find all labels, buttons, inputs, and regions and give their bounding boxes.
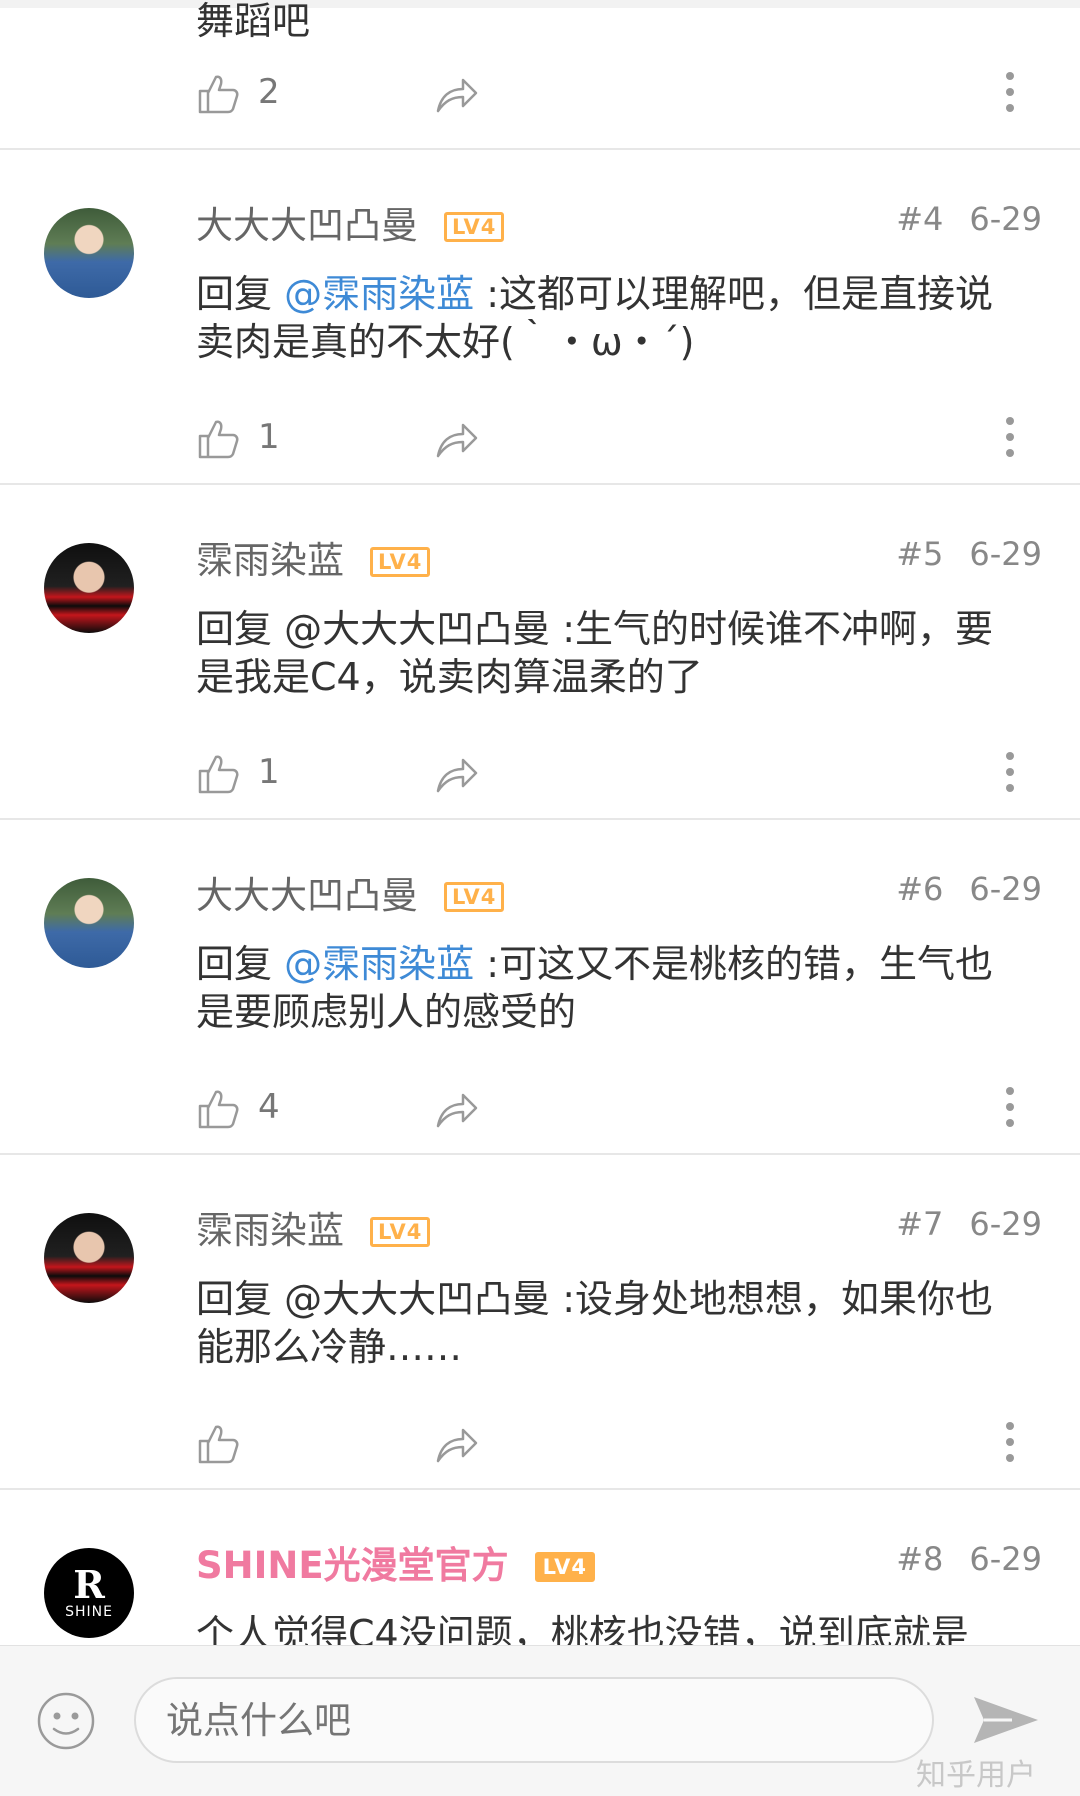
mention-link[interactable]: @霂雨染蓝	[284, 942, 474, 986]
level-badge: LV4	[444, 212, 505, 242]
like-icon[interactable]	[196, 1087, 240, 1131]
like-icon[interactable]	[196, 1422, 240, 1466]
floor-number: #8	[896, 1540, 944, 1578]
level-badge: LV4	[370, 1217, 431, 1247]
comment-actions: 2	[0, 70, 1080, 120]
share-icon[interactable]	[435, 419, 479, 459]
share-icon[interactable]	[435, 754, 479, 794]
comment-item: 大大大凹凸曼 LV4 #4 6-29 回复 @霂雨染蓝 :这都可以理解吧，但是直接说…	[0, 150, 1080, 485]
like-icon[interactable]	[196, 72, 240, 116]
username[interactable]: 霂雨染蓝 LV4	[196, 1200, 431, 1254]
comment-partial: 舞蹈吧 2	[0, 0, 1080, 150]
avatar[interactable]	[44, 208, 134, 298]
like-icon[interactable]	[196, 417, 240, 461]
comment-date: 6-29	[969, 870, 1042, 908]
comment-item: 霂雨染蓝 LV4 #5 6-29 回复 @大大大凹凸曼 :生气的时候谁不冲啊，要是我…	[0, 485, 1080, 820]
floor-number: #4	[896, 200, 944, 238]
comment-actions	[0, 1420, 1080, 1470]
like-icon[interactable]	[196, 752, 240, 796]
comment-feed: 舞蹈吧 2 大大大凹凸曼 LV4 #4 6-29 回复 @霂雨染蓝 :这都可以理解吧…	[0, 0, 1080, 1645]
level-badge: LV4	[444, 882, 505, 912]
comment-text: 回复 @霂雨染蓝 :这都可以理解吧，但是直接说卖肉是真的不太好(｀・ω・´)	[196, 272, 993, 364]
mention-link[interactable]: @大大大凹凸曼	[284, 1277, 550, 1321]
floor-number: #7	[896, 1205, 944, 1243]
like-count: 1	[258, 417, 280, 457]
comment-text: 舞蹈吧	[196, 0, 311, 43]
comment-date: 6-29	[969, 200, 1042, 238]
comment-text: 回复 @霂雨染蓝 :可这又不是桃核的错，生气也是要顾虑别人的感受的	[196, 942, 993, 1034]
avatar-brand: SHINE	[65, 1604, 113, 1620]
comment-meta: #6 6-29	[896, 870, 1042, 908]
username[interactable]: SHINE光漫堂官方 LV4	[196, 1535, 595, 1589]
like-count: 4	[258, 1087, 280, 1127]
comment-date: 6-29	[969, 535, 1042, 573]
more-icon[interactable]	[1004, 1085, 1016, 1129]
reply-input[interactable]	[134, 1677, 934, 1763]
more-icon[interactable]	[1004, 415, 1016, 459]
like-count: 1	[258, 752, 280, 792]
floor-number: #5	[896, 535, 944, 573]
floor-number: #6	[896, 870, 944, 908]
comment-meta: #5 6-29	[896, 535, 1042, 573]
share-icon[interactable]	[435, 74, 479, 114]
comment-item: 霂雨染蓝 LV4 #7 6-29 回复 @大大大凹凸曼 :设身处地想想，如果你也能那…	[0, 1155, 1080, 1490]
reply-bar: 知乎用户	[0, 1645, 1080, 1796]
comment-meta: #4 6-29	[896, 200, 1042, 238]
comment-meta: #8 6-29	[896, 1540, 1042, 1578]
mention-link[interactable]: @大大大凹凸曼	[284, 607, 550, 651]
watermark: 知乎用户	[916, 1758, 1036, 1793]
username[interactable]: 大大大凹凸曼 LV4	[196, 865, 505, 919]
more-icon[interactable]	[1004, 70, 1016, 114]
emoji-icon[interactable]	[36, 1691, 96, 1751]
mention-link[interactable]: @霂雨染蓝	[284, 272, 474, 316]
more-icon[interactable]	[1004, 750, 1016, 794]
comment-date: 6-29	[969, 1540, 1042, 1578]
comment-actions: 1	[0, 750, 1080, 800]
avatar[interactable]	[44, 878, 134, 968]
comment-item: R SHINE SHINE光漫堂官方 LV4 #8 6-29 个人觉得C4没问题，桃…	[0, 1490, 1080, 1645]
level-badge: LV4	[534, 1552, 595, 1582]
share-icon[interactable]	[435, 1089, 479, 1129]
avatar-letter: R	[73, 1562, 105, 1607]
username[interactable]: 霂雨染蓝 LV4	[196, 530, 431, 584]
avatar[interactable]	[44, 1213, 134, 1303]
level-badge: LV4	[370, 547, 431, 577]
comment-text: 个人觉得C4没问题，桃核也没错，说到底就是	[196, 1612, 969, 1645]
username[interactable]: 大大大凹凸曼 LV4	[196, 195, 505, 249]
share-icon[interactable]	[435, 1424, 479, 1464]
comment-text: 回复 @大大大凹凸曼 :生气的时候谁不冲啊，要是我是C4，说卖肉算温柔的了	[196, 607, 993, 699]
avatar[interactable]: R SHINE	[44, 1548, 134, 1638]
comment-date: 6-29	[969, 1205, 1042, 1243]
more-icon[interactable]	[1004, 1420, 1016, 1464]
send-icon[interactable]	[972, 1694, 1040, 1746]
comment-meta: #7 6-29	[896, 1205, 1042, 1243]
like-count: 2	[258, 72, 280, 112]
comment-text: 回复 @大大大凹凸曼 :设身处地想想，如果你也能那么冷静……	[196, 1277, 993, 1369]
avatar[interactable]	[44, 543, 134, 633]
comment-item: 大大大凹凸曼 LV4 #6 6-29 回复 @霂雨染蓝 :可这又不是桃核的错，生气也…	[0, 820, 1080, 1155]
comment-actions: 1	[0, 415, 1080, 465]
comment-actions: 4	[0, 1085, 1080, 1135]
